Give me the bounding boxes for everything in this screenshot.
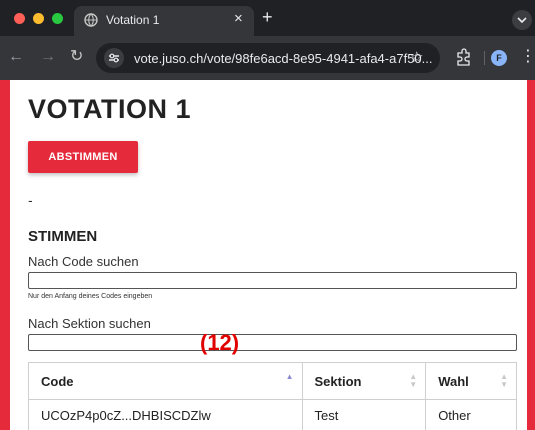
column-header-label: Code xyxy=(41,373,74,389)
vote-description: - xyxy=(28,192,33,208)
address-bar[interactable]: vote.juso.ch/vote/98fe6acd-8e95-4941-afa… xyxy=(96,43,440,73)
cell-sektion: Test xyxy=(301,399,427,430)
votes-heading: STIMMEN xyxy=(28,228,98,245)
code-search-input[interactable] xyxy=(28,272,517,289)
forward-arrow-icon[interactable]: → xyxy=(40,48,56,66)
profile-avatar[interactable]: F xyxy=(491,50,507,66)
page-viewport: VOTATION 1 ABSTIMMEN - STIMMEN Nach Code… xyxy=(0,80,535,430)
fullscreen-window-button[interactable] xyxy=(52,13,63,24)
browser-tab[interactable]: Votation 1 × xyxy=(74,6,254,36)
column-header-sektion[interactable]: Sektion ▲ ▼ xyxy=(301,362,427,400)
tab-close-icon[interactable]: × xyxy=(234,10,243,28)
table-row: UCOzP4p0cZ...DHBISCDZlw Test Other xyxy=(28,399,517,430)
browser-toolbar: ← → ↻ vote.juso.ch/vote/98fe6acd-8e95-49… xyxy=(0,36,535,80)
code-search-label: Nach Code suchen xyxy=(28,254,139,269)
new-tab-button[interactable]: + xyxy=(262,8,273,26)
minimize-window-button[interactable] xyxy=(33,13,44,24)
sort-icon: ▲ ▼ xyxy=(500,372,508,389)
globe-icon xyxy=(84,13,98,27)
cell-wahl: Other xyxy=(425,399,517,430)
code-search-hint: Nur den Anfang deines Codes eingeben xyxy=(28,293,153,300)
sort-icon: ▲ ▼ xyxy=(409,372,418,389)
annotation-count-label: (12) xyxy=(200,330,240,355)
reload-icon[interactable]: ↻ xyxy=(70,48,83,66)
star-icon[interactable]: ☆ xyxy=(410,49,423,67)
chevron-down-icon xyxy=(517,17,527,24)
tab-title: Votation 1 xyxy=(106,13,160,27)
table-header-row: Code ▲ Sektion ▲ ▼ Wahl ▲ ▼ xyxy=(28,362,517,400)
close-window-button[interactable] xyxy=(14,13,25,24)
column-header-label: Sektion xyxy=(314,373,362,389)
vote-button[interactable]: ABSTIMMEN xyxy=(28,141,138,173)
page-content: VOTATION 1 ABSTIMMEN - STIMMEN Nach Code… xyxy=(10,80,527,430)
section-search-input[interactable] xyxy=(28,334,517,351)
site-info-icon[interactable] xyxy=(104,48,124,68)
back-arrow-icon[interactable]: ← xyxy=(8,48,24,66)
sort-ascending-icon: ▲ xyxy=(285,372,294,381)
tab-search-button[interactable] xyxy=(512,10,532,30)
extensions-icon[interactable] xyxy=(455,48,471,66)
votes-table: Code ▲ Sektion ▲ ▼ Wahl ▲ ▼ UCOzP4p0cZ...D… xyxy=(28,362,517,430)
kebab-menu-icon[interactable]: ⋮ xyxy=(520,48,535,66)
toolbar-separator xyxy=(484,51,485,65)
browser-tab-bar: Votation 1 × + xyxy=(0,0,535,36)
column-header-code[interactable]: Code ▲ xyxy=(28,362,303,400)
cell-code: UCOzP4p0cZ...DHBISCDZlw xyxy=(28,399,303,430)
column-header-label: Wahl xyxy=(438,373,469,389)
section-search-label: Nach Sektion suchen xyxy=(28,316,151,331)
page-title: VOTATION 1 xyxy=(28,94,192,124)
url-text[interactable]: vote.juso.ch/vote/98fe6acd-8e95-4941-afa… xyxy=(134,51,433,66)
column-header-wahl[interactable]: Wahl ▲ ▼ xyxy=(425,362,517,400)
